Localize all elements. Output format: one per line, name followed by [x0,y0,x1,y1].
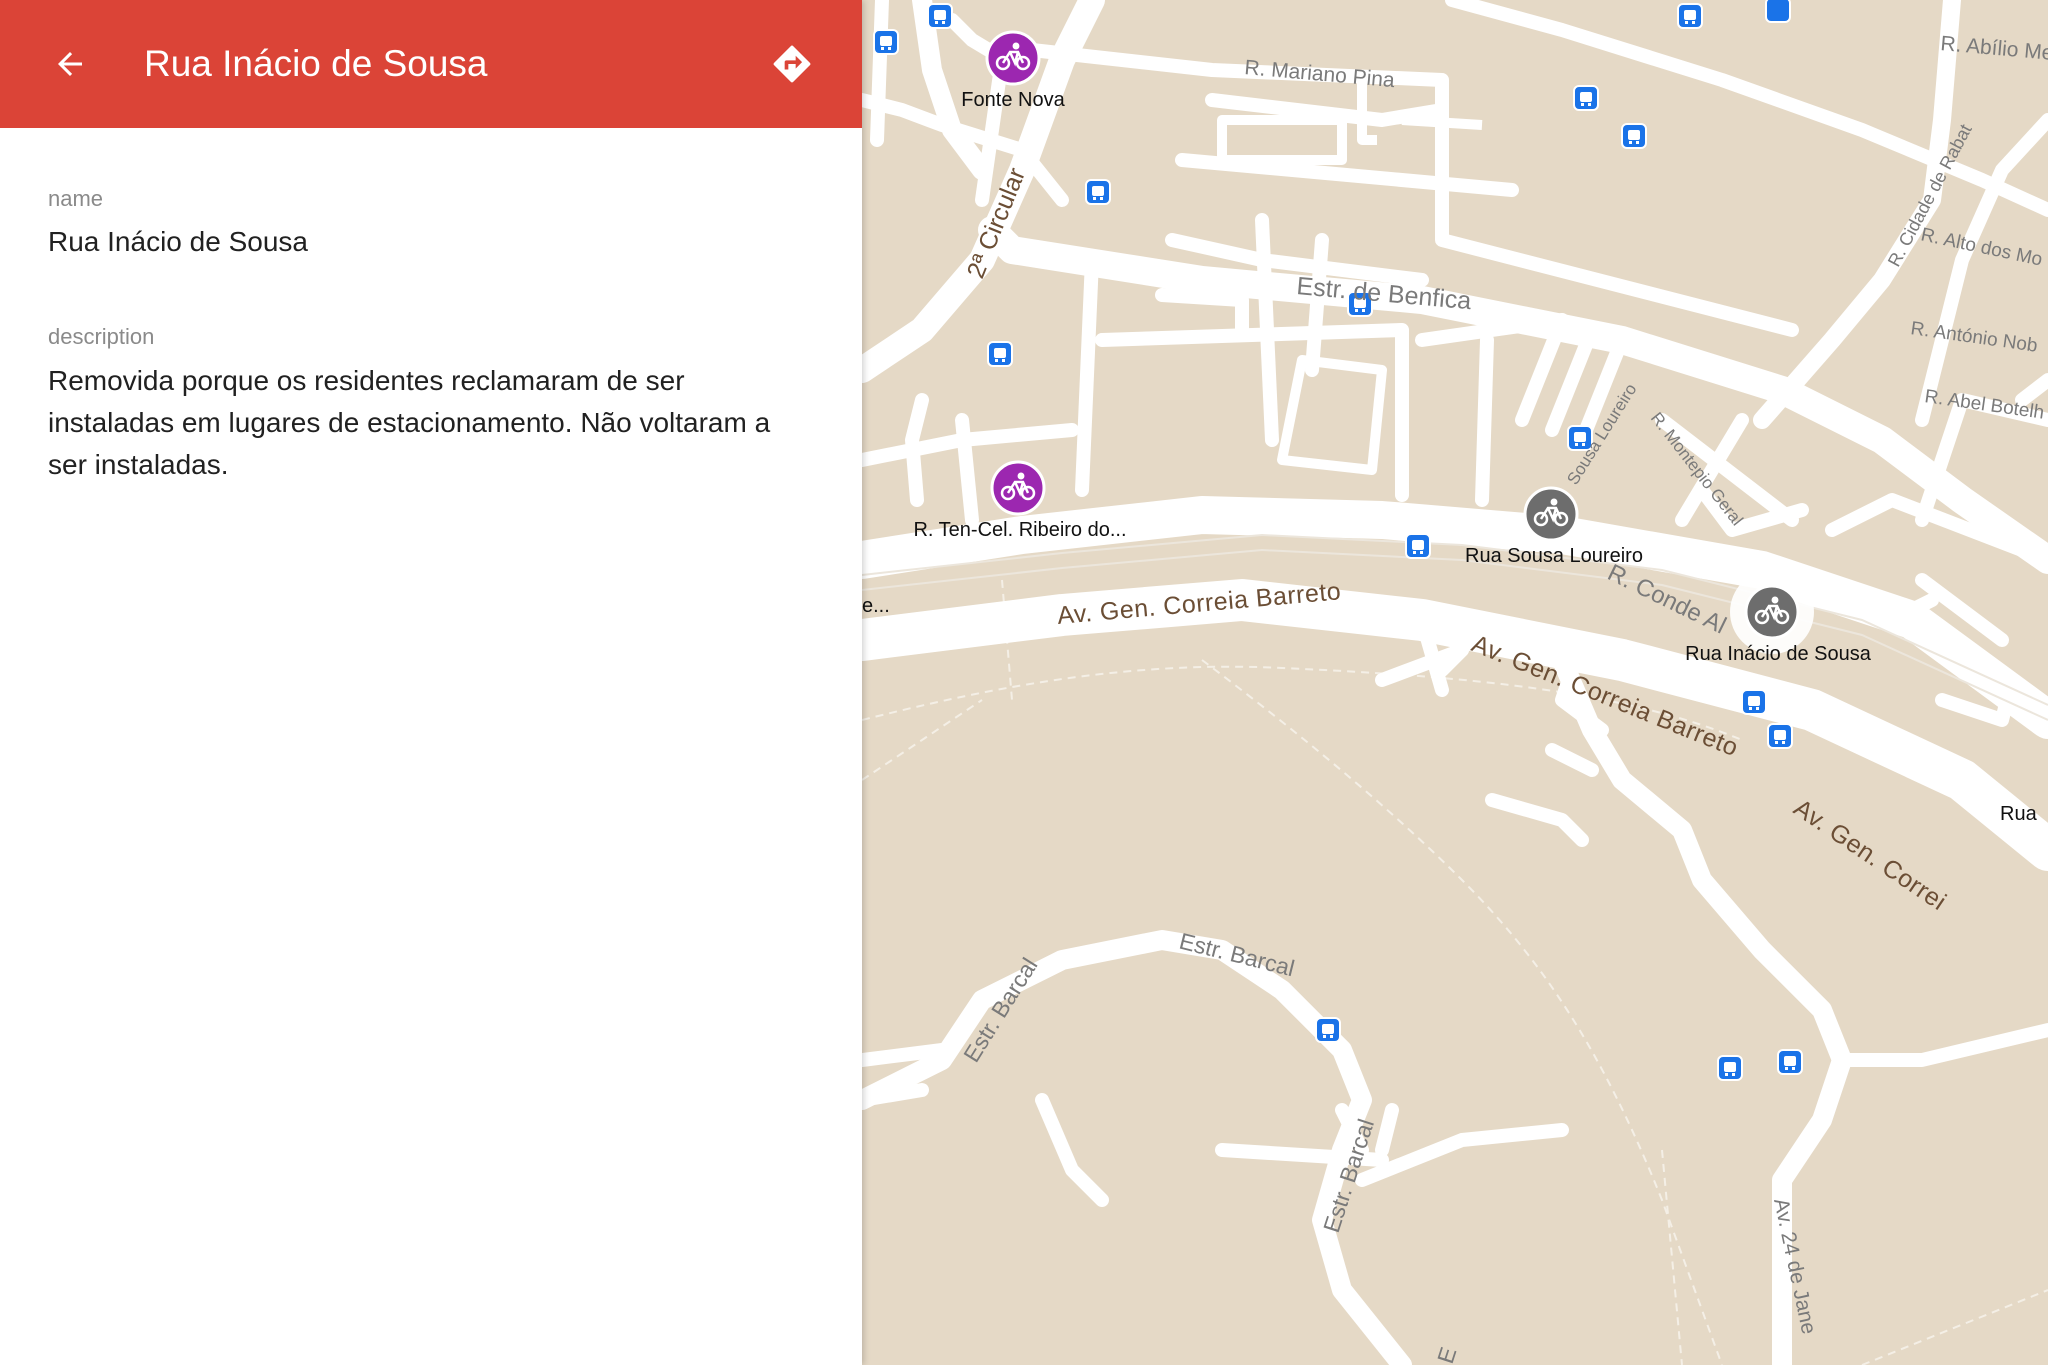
map-view[interactable]: R. Mariano Pina R. Abílio Me 2ª Circular… [862,0,2048,1365]
app-root: R. Mariano Pina R. Abílio Me 2ª Circular… [0,0,2048,1365]
panel-header: Rua Inácio de Sousa [0,0,862,128]
name-field-label: name [48,186,104,211]
street-label-rua-edge: Rua [2000,803,2038,825]
directions-icon [773,45,811,83]
arrow-left-icon [58,52,82,76]
marker-label-fonte-nova: Fonte Nova [961,89,1065,111]
description-field-value: Removida porque os residentes reclamaram… [48,365,771,480]
details-panel: Rua Inácio de Sousa name Rua Inácio de S… [0,0,862,1365]
marker-label-inacio-de-sousa: Rua Inácio de Sousa [1685,643,1872,665]
marker-label-ribeiro: R. Ten-Cel. Ribeiro do... [913,519,1126,541]
directions-button[interactable] [766,38,818,90]
map-canvas[interactable]: R. Mariano Pina R. Abílio Me 2ª Circular… [862,0,2048,1365]
description-field-label: description [48,324,155,349]
street-label-edge-left: e... [862,595,890,617]
marker-label-sousa-loureiro: Rua Sousa Loureiro [1465,545,1643,567]
name-field-value: Rua Inácio de Sousa [48,226,308,257]
page-title: Rua Inácio de Sousa [144,43,488,84]
back-button[interactable] [46,40,94,88]
